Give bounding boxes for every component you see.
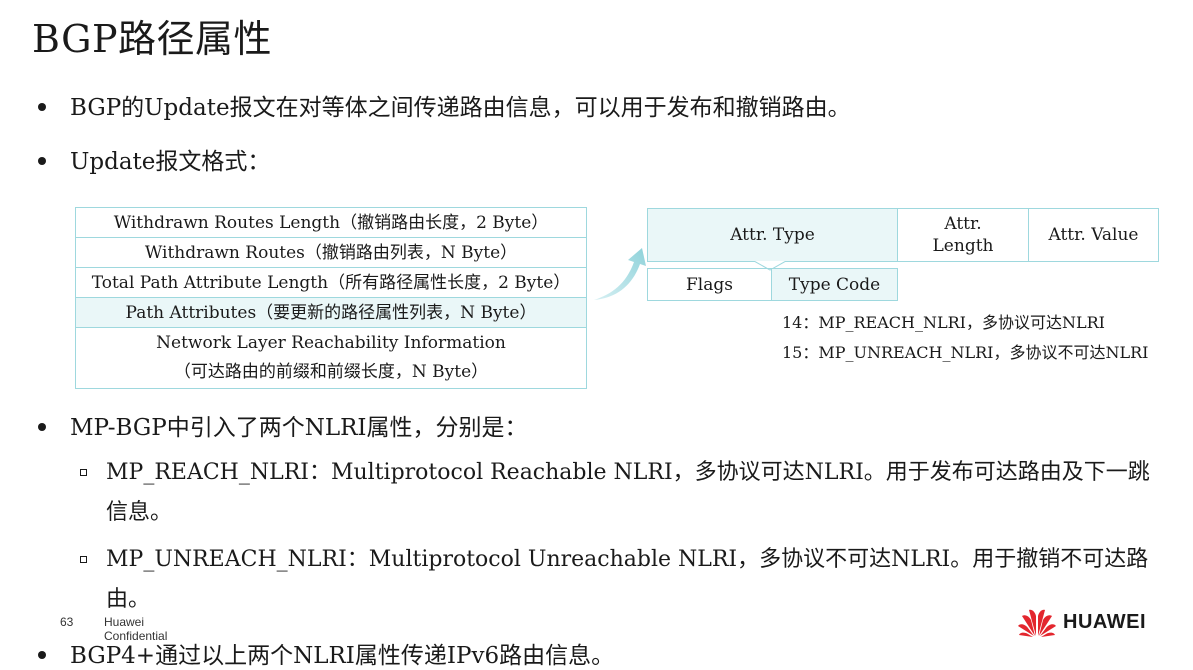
bullet-dot (38, 423, 46, 431)
sub-bullet-text: MP_UNREACH_NLRI：Multiprotocol Unreachabl… (106, 547, 1149, 612)
bullet-text: BGP4+通过以上两个NLRI属性传递IPv6路由信息。 (70, 643, 615, 669)
square-bullet-icon (80, 469, 87, 476)
sub-bullet-mp-unreach: MP_UNREACH_NLRI：Multiprotocol Unreachabl… (80, 540, 1170, 620)
type-code-note-15: 15：MP_UNREACH_NLRI，多协议不可达NLRI (782, 343, 1149, 362)
sub-bullet-mp-reach: MP_REACH_NLRI：Multiprotocol Reachable NL… (80, 453, 1170, 533)
bullet-bgp4plus: BGP4+通过以上两个NLRI属性传递IPv6路由信息。 (38, 636, 614, 670)
table-row: Total Path Attribute Length（所有路径属性长度，2 B… (76, 268, 586, 298)
bullet-text: MP-BGP中引入了两个NLRI属性，分别是： (70, 415, 528, 441)
nlri-line1: Network Layer Reachability Information (156, 333, 506, 353)
attr-value-label: Attr. Value (1048, 225, 1139, 245)
update-format-table: Withdrawn Routes Length（撤销路由长度，2 Byte） W… (75, 207, 587, 389)
table-row-nlri: Network Layer Reachability Information （… (76, 328, 586, 388)
huawei-flower-icon (1018, 609, 1056, 637)
slide-title: BGP路径属性 (32, 17, 273, 61)
bullet-update-desc: BGP的Update报文在对等体之间传递路由信息，可以用于发布和撤销路由。 (38, 88, 851, 122)
footer-company: Huawei (104, 615, 145, 629)
attr-type-cell: Attr. Type (647, 208, 898, 262)
attr-length-cell: Attr. Length (897, 208, 1029, 262)
huawei-logo: HUAWEI (1017, 606, 1146, 638)
bullet-update-format: Update报文格式： (38, 142, 270, 176)
table-row: Withdrawn Routes Length（撤销路由长度，2 Byte） (76, 208, 586, 238)
attr-length-line1: Attr. (944, 214, 982, 234)
curved-arrow-icon (594, 248, 646, 300)
bullet-mp-bgp: MP-BGP中引入了两个NLRI属性，分别是： (38, 408, 528, 442)
attr-length-line2: Length (932, 236, 994, 256)
attr-value-cell: Attr. Value (1028, 208, 1159, 262)
type-code-label: Type Code (788, 274, 881, 295)
flags-label: Flags (686, 274, 733, 295)
bullet-text: Update报文格式： (70, 149, 271, 175)
bullet-dot (38, 103, 46, 111)
bullet-text: BGP的Update报文在对等体之间传递路由信息，可以用于发布和撤销路由。 (70, 95, 851, 121)
nlri-line2: （可达路由的前缀和前缀长度，N Byte） (173, 362, 489, 382)
attr-type-label: Attr. Type (730, 225, 815, 245)
logo-text: HUAWEI (1063, 610, 1146, 633)
bullet-dot (38, 157, 46, 165)
square-bullet-icon (80, 556, 87, 563)
type-code-note-14: 14：MP_REACH_NLRI，多协议可达NLRI (782, 313, 1105, 332)
sub-bullet-text: MP_REACH_NLRI：Multiprotocol Reachable NL… (106, 460, 1150, 525)
bullet-dot (38, 651, 46, 659)
table-row-path-attributes: Path Attributes（要更新的路径属性列表，N Byte） (76, 298, 586, 328)
table-row: Withdrawn Routes（撤销路由列表，N Byte） (76, 238, 586, 268)
type-code-cell: Type Code (771, 268, 898, 301)
flags-cell: Flags (647, 268, 772, 301)
page-number: 63 (60, 615, 74, 629)
